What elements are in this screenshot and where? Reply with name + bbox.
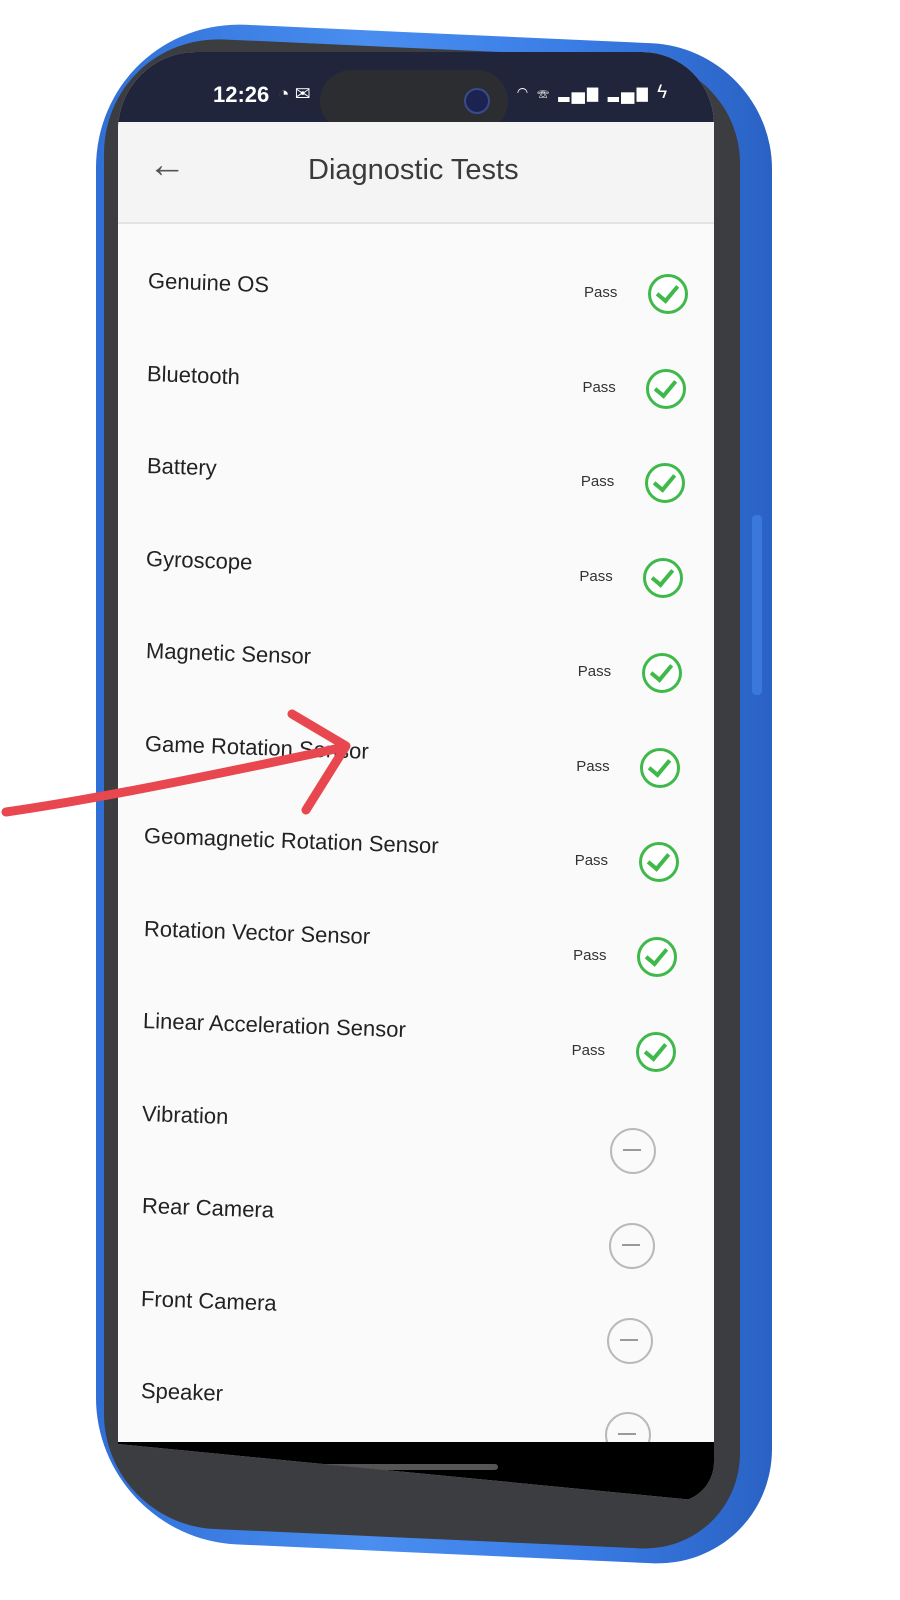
charging-icon: ϟ xyxy=(657,82,670,103)
test-name: Magnetic Sensor xyxy=(145,638,311,669)
check-circle-icon xyxy=(638,842,679,883)
test-status-label: Pass xyxy=(576,757,610,775)
check-circle-icon xyxy=(643,558,684,599)
mail-icon: ✉ xyxy=(294,84,311,105)
check-circle-icon xyxy=(646,368,687,409)
test-name: Genuine OS xyxy=(147,268,270,298)
test-row[interactable]: Genuine OS Pass xyxy=(118,262,714,354)
test-status-label: Pass xyxy=(579,568,613,586)
test-name: Linear Acceleration Sensor xyxy=(142,1008,407,1043)
test-row[interactable]: Front Camera xyxy=(118,1280,714,1372)
status-bar: 12:26 ◔ ✉ ᛒ ◠ ☏ ▂▄▆ ▂▄▆ ϟ xyxy=(118,52,714,132)
call-icon: ☏ xyxy=(537,82,551,103)
test-status-label: Pass xyxy=(582,378,616,396)
check-circle-icon xyxy=(648,274,688,314)
test-row[interactable]: Vibration xyxy=(118,1095,714,1187)
test-name: Battery xyxy=(146,453,217,481)
test-status-label: Pass xyxy=(574,852,609,870)
whatsapp-icon: ◔ xyxy=(278,84,290,105)
pending-minus-circle-icon xyxy=(610,1128,657,1175)
test-status-label: Pass xyxy=(573,946,607,964)
check-circle-icon xyxy=(640,747,681,788)
pending-minus-circle-icon xyxy=(606,1317,653,1364)
test-row[interactable]: Linear Acceleration Sensor Pass xyxy=(118,1002,714,1094)
side-button xyxy=(752,515,762,695)
test-name: Speaker xyxy=(140,1378,223,1406)
test-name: Gyroscope xyxy=(145,545,253,575)
notification-icons: ◔ ✉ xyxy=(278,83,311,106)
test-row[interactable]: Rotation Vector Sensor Pass xyxy=(118,910,714,1002)
annotation-arrow-icon xyxy=(1,709,351,817)
test-name: Vibration xyxy=(141,1100,230,1129)
pending-minus-circle-icon xyxy=(608,1223,655,1269)
test-name: Rear Camera xyxy=(141,1193,275,1223)
back-arrow-icon[interactable]: ← xyxy=(144,142,190,188)
signal-icon: ▂▄▆ xyxy=(607,82,650,103)
test-row[interactable]: Bluetooth Pass xyxy=(118,355,714,447)
signal-icon: ▂▄▆ xyxy=(558,82,601,103)
app-bar: ← Diagnostic Tests xyxy=(118,122,714,224)
test-name: Front Camera xyxy=(140,1285,278,1316)
system-status-icons: ᛒ ◠ ☏ ▂▄▆ ▂▄▆ ϟ xyxy=(496,82,669,104)
front-camera-lens-icon xyxy=(464,88,490,114)
page-title: Diagnostic Tests xyxy=(308,154,519,186)
check-circle-icon xyxy=(635,1031,676,1072)
test-status-label: Pass xyxy=(584,284,618,301)
test-name: Rotation Vector Sensor xyxy=(143,915,371,949)
status-time: 12:26 xyxy=(213,82,270,107)
test-status-label: Pass xyxy=(580,473,615,491)
test-row[interactable]: Battery Pass xyxy=(118,447,714,539)
test-row[interactable]: Gyroscope Pass xyxy=(118,540,714,632)
check-circle-icon xyxy=(644,463,685,504)
test-status-label: Pass xyxy=(571,1041,605,1059)
test-status-label: Pass xyxy=(577,662,612,680)
check-circle-icon xyxy=(637,936,678,977)
wifi-icon: ◠ xyxy=(516,82,531,103)
test-row[interactable]: Rear Camera xyxy=(118,1187,714,1279)
test-name: Bluetooth xyxy=(146,360,241,389)
check-circle-icon xyxy=(641,652,682,693)
